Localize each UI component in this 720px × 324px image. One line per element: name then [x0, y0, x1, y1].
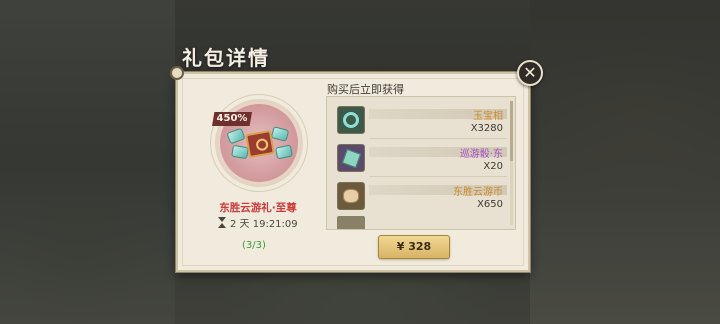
gift-book-icon: [245, 129, 275, 159]
reward-name: 东胜云游币: [453, 187, 503, 198]
corner-ornament-icon: [170, 66, 184, 80]
value-percent-badge: 450%: [212, 112, 252, 126]
row-divider: [369, 176, 507, 177]
close-button[interactable]: ✕: [517, 60, 543, 86]
dialog-title: 礼包详情: [182, 46, 270, 70]
coin-icon: [337, 182, 365, 210]
purchase-limit: (3/3): [242, 240, 266, 251]
scrollbar-thumb[interactable]: [510, 101, 513, 161]
close-icon: ✕: [523, 63, 537, 82]
reward-item-partial: [337, 216, 365, 229]
countdown-text: 2 天 19:21:09: [230, 219, 298, 230]
row-divider: [369, 138, 507, 139]
jade-piece-icon: [231, 144, 249, 160]
hourglass-icon: [218, 217, 226, 228]
buy-button[interactable]: ¥ 328: [378, 235, 450, 259]
gift-name: 东胜云游礼·至尊: [219, 202, 297, 214]
rewards-list[interactable]: 玉宝相 X3280 巡游骰·东 X20 东胜云游币 X650: [326, 96, 516, 230]
reward-item[interactable]: 玉宝相 X3280: [333, 103, 507, 139]
jade-token-icon: [337, 106, 365, 134]
reward-name: 巡游骰·东: [459, 149, 503, 160]
reward-quantity: X20: [483, 161, 503, 172]
rewards-header: 购买后立即获得: [327, 83, 404, 96]
reward-item[interactable]: 东胜云游币 X650: [333, 179, 507, 215]
reward-quantity: X3280: [470, 123, 503, 134]
dice-icon: [337, 144, 365, 172]
reward-item[interactable]: 巡游骰·东 X20: [333, 141, 507, 177]
countdown-timer: 2 天 19:21:09: [218, 215, 298, 230]
reward-quantity: X650: [477, 199, 503, 210]
reward-name: 玉宝相: [473, 111, 503, 122]
